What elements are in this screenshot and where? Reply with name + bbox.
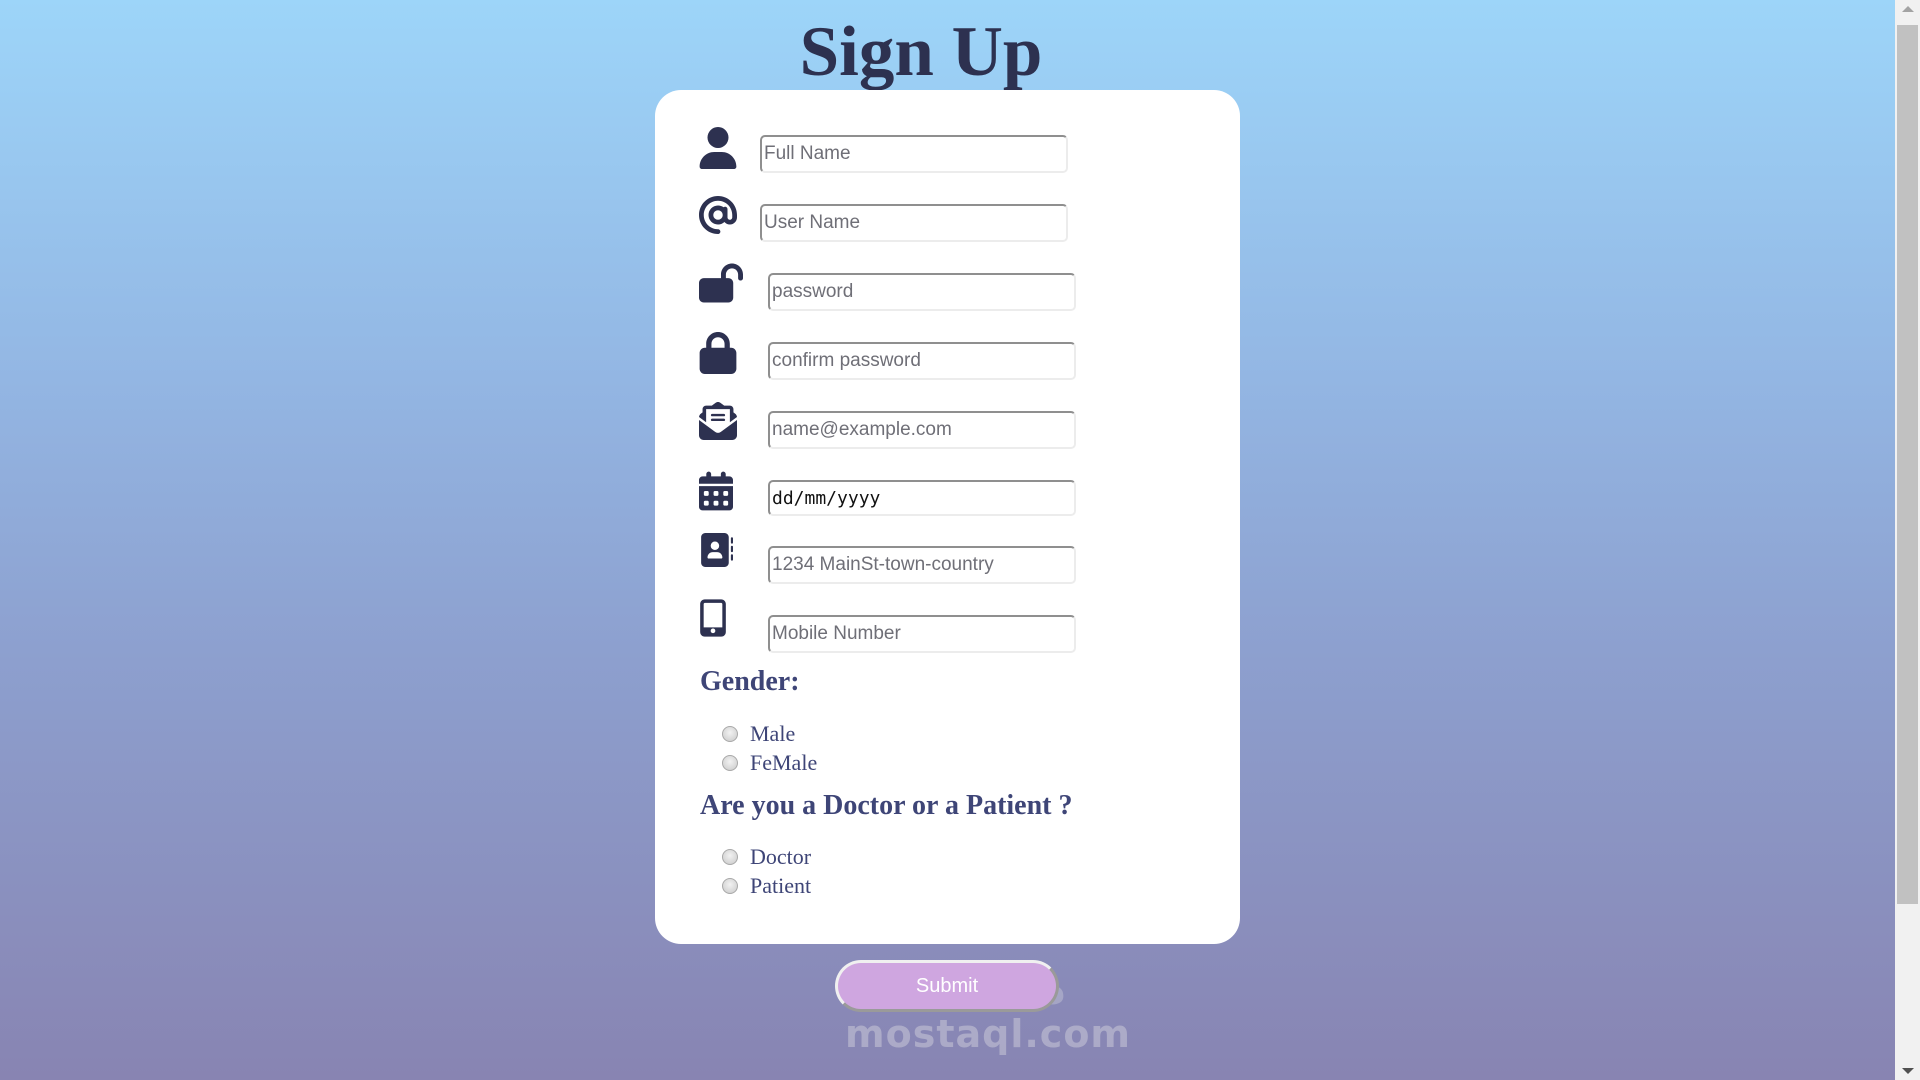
mobile-icon (699, 597, 727, 639)
confirm-password-row (655, 332, 1240, 382)
signup-form-card: Gender: Male FeMale Are you a Doctor or … (655, 90, 1240, 944)
male-radio[interactable] (722, 726, 738, 742)
calendar-icon (699, 470, 733, 512)
user-name-input[interactable] (760, 204, 1068, 242)
user-icon (699, 127, 737, 169)
female-radio[interactable] (722, 755, 738, 771)
gender-heading: Gender: (700, 666, 800, 697)
doctor-radio[interactable] (722, 849, 738, 865)
role-heading: Are you a Doctor or a Patient ? (700, 790, 1073, 821)
male-label: Male (750, 721, 796, 746)
watermark-text: mostaql.com (845, 1012, 1132, 1056)
role-option-patient[interactable]: Patient (722, 873, 811, 899)
mobile-row (655, 599, 1240, 655)
scrollbar-thumb[interactable] (1897, 25, 1918, 904)
user-name-row (655, 196, 1240, 244)
full-name-row (655, 127, 1240, 175)
password-row (655, 263, 1240, 313)
gender-option-female[interactable]: FeMale (722, 750, 817, 776)
mobile-number-input[interactable] (768, 615, 1076, 653)
envelope-open-text-icon (699, 400, 737, 442)
at-icon (699, 194, 737, 236)
patient-radio[interactable] (722, 878, 738, 894)
birth-date-row (655, 471, 1240, 520)
gender-option-male[interactable]: Male (722, 721, 795, 747)
page: Sign Up Full Name User Name name@example… (0, 0, 1895, 1080)
page-title: Sign Up (799, 13, 1043, 91)
confirm-password-input[interactable] (768, 342, 1076, 380)
address-input[interactable] (768, 546, 1076, 584)
submit-button[interactable]: Submit (835, 960, 1059, 1012)
password-input[interactable] (768, 273, 1076, 311)
lock-icon (699, 332, 737, 374)
role-option-doctor[interactable]: Doctor (722, 844, 811, 870)
email-row (655, 402, 1240, 451)
birth-date-input[interactable] (768, 480, 1076, 516)
vertical-scrollbar[interactable] (1895, 0, 1920, 1080)
lock-open-icon (699, 262, 743, 304)
doctor-label: Doctor (750, 844, 812, 869)
patient-label: Patient (750, 873, 812, 898)
scroll-down-arrow-icon[interactable] (1895, 1063, 1920, 1080)
address-book-icon (699, 529, 733, 571)
address-row (655, 533, 1240, 586)
full-name-input[interactable] (760, 135, 1068, 173)
female-label: FeMale (750, 750, 818, 775)
scroll-up-arrow-icon[interactable] (1895, 0, 1920, 17)
email-input[interactable] (768, 411, 1076, 449)
